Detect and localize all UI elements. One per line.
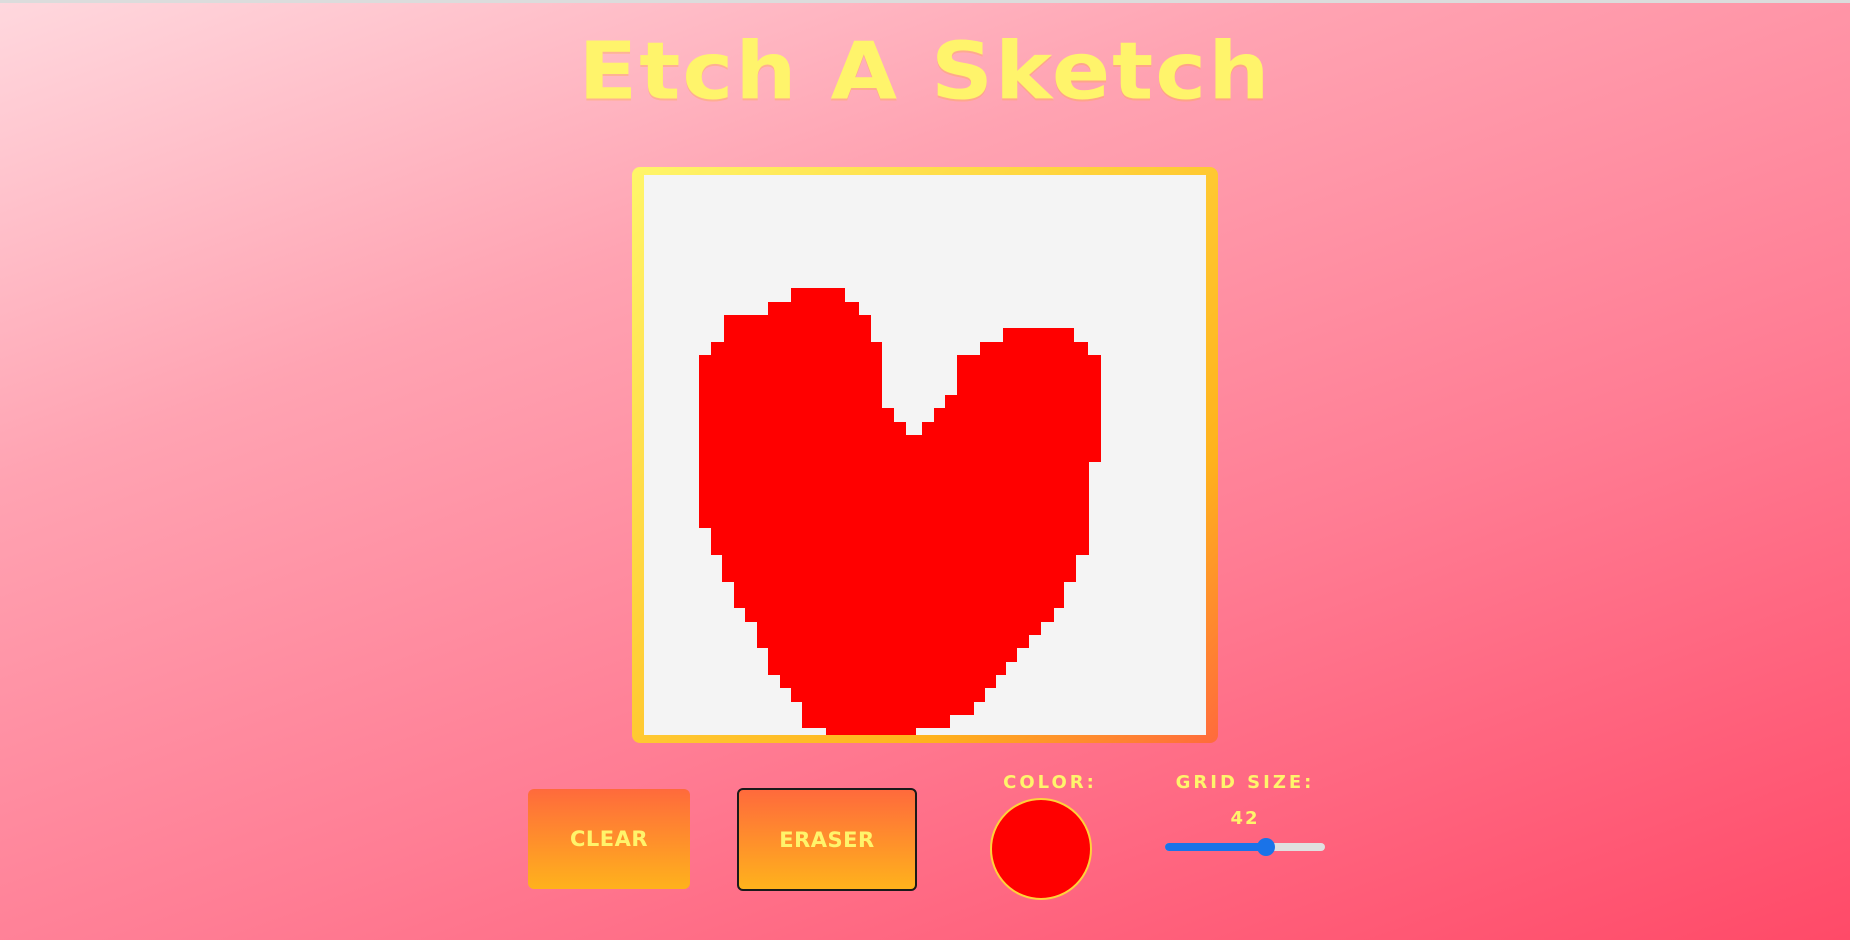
painted-cells-22 [699,475,1089,488]
painted-cells-34 [757,635,1029,648]
slider-thumb[interactable] [1256,838,1275,856]
painted-cells-20 [699,448,1101,462]
slider-fill [1165,843,1266,851]
painted-cells-38 [791,688,985,702]
painted-cells-31 [734,595,1064,608]
painted-cells-11 [699,382,882,395]
painted-cells-41 [826,728,916,735]
sketch-canvas[interactable] [644,175,1206,735]
painted-cells-35 [768,648,1017,662]
painted-cells-5 [711,342,882,355]
painted-cells-14 [945,395,1101,408]
painted-cells-29 [722,568,1076,582]
page-title: Etch A Sketch [578,26,1272,118]
painted-cells-18 [922,422,1101,435]
painted-cells-4 [1003,328,1074,342]
painted-cells-25 [699,515,1089,528]
eraser-button[interactable]: ERASER [737,788,917,891]
painted-cells-37 [780,675,996,688]
painted-cells-23 [699,488,1089,502]
painted-cells-19 [699,435,1101,448]
color-picker[interactable] [990,798,1092,900]
painted-cells-0 [791,288,845,302]
painted-cells-32 [745,608,1054,622]
grid-size-label: GRID SIZE: [1175,772,1315,793]
painted-cells-28 [722,555,1076,568]
painted-cells-21 [699,462,1089,475]
painted-cells-6 [980,342,1088,355]
sketch-board-frame [632,167,1218,743]
painted-cells-7 [699,355,882,368]
painted-cells-26 [711,528,1089,542]
painted-cells-39 [802,702,974,715]
painted-cells-3 [724,328,871,342]
pixel-drawing [699,288,1101,735]
painted-cells-16 [934,408,1101,422]
painted-cells-2 [724,315,871,328]
top-border [0,0,1850,3]
painted-cells-30 [734,582,1064,595]
painted-cells-13 [699,395,882,408]
painted-cells-1 [768,302,859,315]
color-label: COLOR: [1003,772,1097,793]
grid-size-value: 42 [1230,808,1260,829]
painted-cells-9 [699,368,882,382]
painted-cells-12 [957,382,1101,395]
painted-cells-8 [957,355,1101,368]
painted-cells-27 [711,542,1089,555]
painted-cells-17 [699,422,906,435]
painted-cells-15 [699,408,894,422]
painted-cells-10 [957,368,1101,382]
painted-cells-36 [768,662,1006,675]
painted-cells-40 [802,715,950,728]
painted-cells-33 [757,622,1041,635]
painted-cells-24 [699,502,1089,515]
clear-button[interactable]: CLEAR [528,789,690,889]
grid-size-slider[interactable] [1165,838,1325,856]
